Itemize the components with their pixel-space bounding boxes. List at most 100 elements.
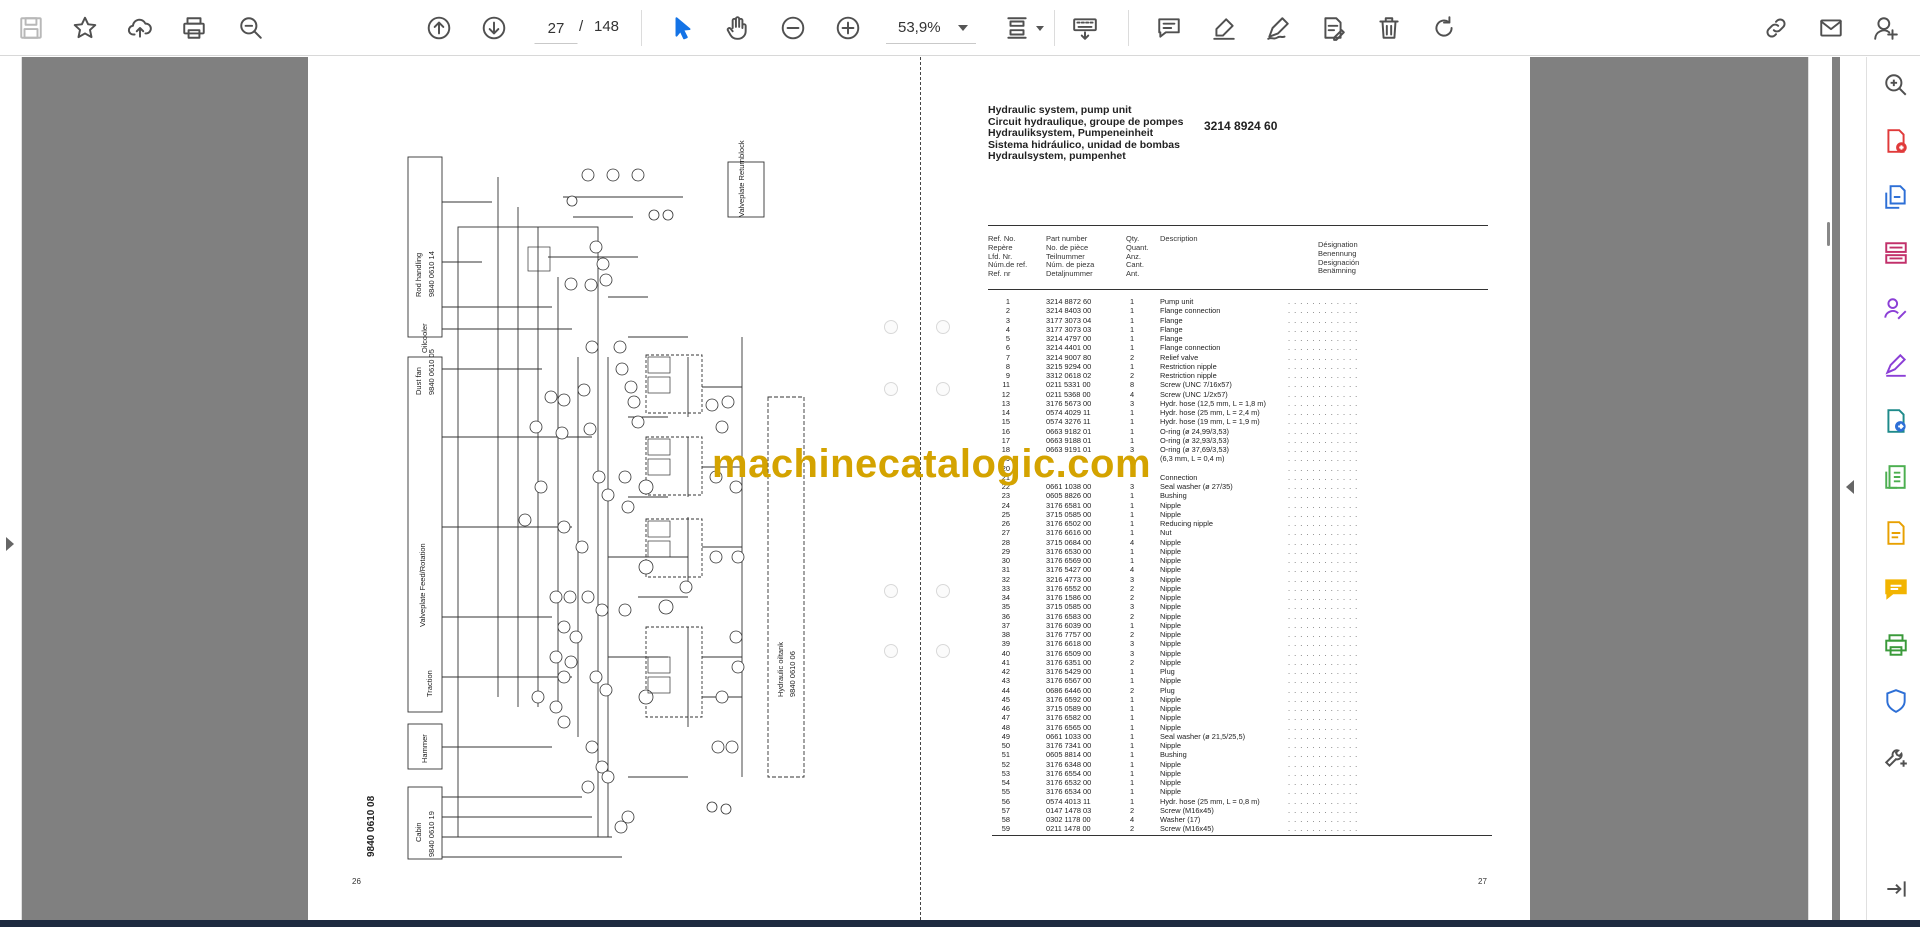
taskbar-strip — [0, 920, 1920, 927]
email-icon[interactable] — [1812, 9, 1850, 47]
collapse-right-panel-icon[interactable] — [1846, 480, 1854, 494]
cell-qty: 1 — [1130, 334, 1135, 343]
table-row: 3 3177 3073 04 1 Flange . . . . . . . . . . … — [988, 316, 1488, 325]
create-pdf-icon[interactable] — [1882, 183, 1910, 211]
previous-page-icon[interactable] — [420, 9, 458, 47]
table-row: 8 3215 9294 00 1 Restriction nipple . . . . … — [988, 362, 1488, 371]
next-page-icon[interactable] — [475, 9, 513, 47]
organize-pages-icon[interactable] — [1882, 239, 1910, 267]
leader-dots: . . . . . . . . . . . . — [1288, 796, 1359, 806]
cell-part: 0574 4029 11 — [1046, 408, 1091, 417]
edit-pdf-icon[interactable] — [1882, 519, 1910, 547]
cell-part: 3715 0589 00 — [1046, 704, 1092, 713]
leader-dots: . . . . . . . . . . . . — [1288, 713, 1359, 723]
delete-trash-icon[interactable] — [1370, 9, 1408, 47]
leader-dots: . . . . . . . . . . . . — [1288, 630, 1359, 639]
cell-qty: 1 — [1130, 528, 1135, 538]
cell-desc: Hydr. hose (25 mm, L = 0,8 m) — [1160, 796, 1260, 806]
vertical-scrollbar[interactable] — [1808, 57, 1832, 920]
rotate-icon[interactable] — [1425, 9, 1463, 47]
fill-sign-icon[interactable] — [1882, 351, 1910, 379]
cell-ref: 42 — [1001, 667, 1010, 676]
cell-qty: 2 — [1130, 685, 1135, 695]
table-row: 40 3176 6509 00 3 Nipple . . . . . . . . . .… — [988, 649, 1488, 658]
hand-tool-icon[interactable] — [718, 9, 756, 47]
cell-part: 3214 4401 00 — [1046, 343, 1092, 353]
keyboard-scroll-icon[interactable] — [1066, 9, 1104, 47]
zoom-search-icon[interactable] — [232, 9, 270, 47]
compress-icon[interactable] — [1882, 463, 1910, 491]
comment-icon[interactable] — [1882, 575, 1910, 603]
label-oilcooler: Oilcooler — [420, 323, 429, 353]
left-panel-toggle[interactable] — [0, 57, 22, 920]
comment-icon[interactable] — [1150, 9, 1188, 47]
expand-left-icon[interactable] — [6, 537, 14, 551]
table-row: 9 3312 0618 02 2 Restriction nipple . . . . … — [988, 371, 1488, 380]
table-row: 36 3176 6583 00 2 Nipple . . . . . . . . . .… — [988, 612, 1488, 621]
zoom-dropdown[interactable]: 53,9% — [886, 12, 976, 44]
cell-qty: 1 — [1130, 731, 1135, 741]
leader-dots: . . . . . . . . . . . . — [1288, 759, 1359, 769]
table-row: 30 3176 6569 00 1 Nipple . . . . . . . . . .… — [988, 556, 1488, 565]
page-fold-line — [920, 57, 921, 920]
cell-part: 0605 8826 00 — [1046, 491, 1092, 501]
cell-qty: 1 — [1130, 768, 1135, 778]
assembly-part-number: 3214 8924 60 — [1204, 119, 1278, 133]
cell-ref: 1 — [1005, 297, 1010, 306]
export-icon[interactable] — [1882, 407, 1910, 435]
request-signature-icon[interactable] — [1882, 295, 1910, 323]
leader-dots: . . . . . . . . . . . . — [1288, 741, 1359, 750]
leader-dots: . . . . . . . . . . . . — [1288, 472, 1359, 482]
cell-ref: 37 — [1001, 620, 1010, 630]
print-production-icon[interactable] — [1882, 631, 1910, 659]
leader-dots: . . . . . . . . . . . . — [1288, 556, 1359, 565]
collapse-panel-icon[interactable] — [1882, 875, 1910, 903]
cell-ref: 26 — [1001, 519, 1010, 528]
chevron-down-icon[interactable] — [1036, 26, 1044, 31]
cell-ref: 28 — [1001, 537, 1010, 547]
cell-qty: 1 — [1130, 361, 1135, 371]
fit-page-icon[interactable] — [998, 9, 1036, 47]
cell-part: 3215 9294 00 — [1046, 361, 1092, 371]
punch-hole — [884, 584, 898, 598]
zoom-out-icon[interactable] — [774, 9, 812, 47]
leader-dots: . . . . . . . . . . . . — [1288, 815, 1359, 824]
cell-ref: 24 — [1001, 500, 1010, 510]
select-cursor-icon[interactable] — [664, 9, 702, 47]
cell-desc: Flange — [1160, 334, 1183, 343]
table-row: 52 3176 6348 00 1 Nipple . . . . . . . . . .… — [988, 760, 1488, 769]
bookmark-star-icon[interactable] — [66, 9, 104, 47]
cell-qty: 1 — [1130, 667, 1135, 676]
table-row: 6 3214 4401 00 1 Flange connection . . . . .… — [988, 343, 1488, 352]
search-zoom-icon[interactable] — [1882, 71, 1910, 99]
table-row: 25 3715 0585 00 1 Nipple . . . . . . . . . .… — [988, 510, 1488, 519]
edit-text-icon[interactable] — [1314, 9, 1352, 47]
cell-qty: 1 — [1130, 306, 1135, 316]
cell-desc: Nipple — [1160, 648, 1181, 658]
zoom-in-icon[interactable] — [829, 9, 867, 47]
upload-cloud-icon[interactable] — [121, 9, 159, 47]
table-row: 2 3214 8403 00 1 Flange connection . . . . .… — [988, 306, 1488, 315]
leader-dots: . . . . . . . . . . . . — [1288, 583, 1359, 593]
cell-desc: Nipple — [1160, 537, 1181, 547]
protect-icon[interactable] — [1882, 687, 1910, 715]
more-tools-icon[interactable] — [1882, 743, 1910, 771]
save-icon[interactable] — [12, 9, 50, 47]
cell-ref: 2 — [1005, 306, 1010, 316]
share-link-icon[interactable] — [1757, 9, 1795, 47]
draw-pen-icon[interactable] — [1259, 9, 1297, 47]
table-row: 31 3176 5427 00 4 Nipple . . . . . . . . . .… — [988, 565, 1488, 574]
cell-ref: 33 — [1001, 583, 1010, 593]
print-icon[interactable] — [175, 9, 213, 47]
export-pdf-icon[interactable] — [1882, 127, 1910, 155]
cell-qty: 3 — [1130, 398, 1135, 408]
leader-dots: . . . . . . . . . . . . — [1288, 408, 1359, 417]
highlight-pen-icon[interactable] — [1205, 9, 1243, 47]
leader-dots: . . . . . . . . . . . . — [1288, 315, 1359, 325]
add-user-icon[interactable] — [1867, 9, 1905, 47]
page-number-input[interactable] — [534, 12, 578, 44]
cell-part: 0574 4013 11 — [1046, 796, 1091, 806]
cell-desc: Nipple — [1160, 768, 1181, 778]
scrollbar-thumb[interactable] — [1827, 222, 1830, 246]
zoom-value: 53,9% — [898, 19, 941, 36]
